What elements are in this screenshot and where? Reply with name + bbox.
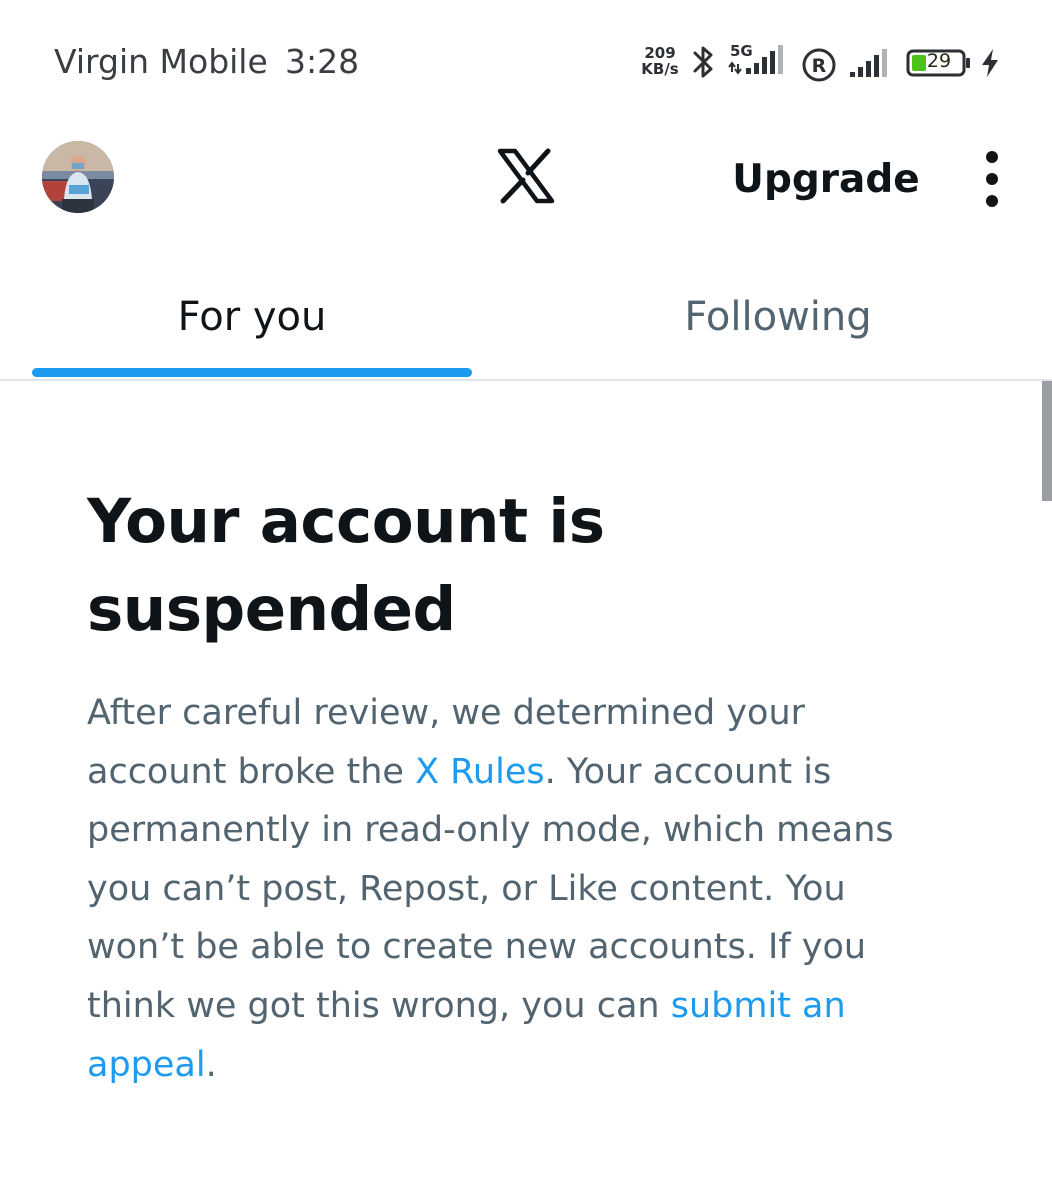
roaming-icon: R (802, 48, 836, 82)
charging-icon (982, 49, 998, 77)
notice-title: Your account is suspended (87, 486, 605, 645)
more-vertical-icon[interactable] (972, 148, 1012, 212)
suspension-notice: Your account is suspended After careful … (87, 478, 967, 1094)
notice-body-text: . Your account is permanently in read-on… (87, 751, 894, 1026)
suspended-home-screen: Virgin Mobile 3:28 209 KB/s 5G R 29 Upgr… (0, 0, 1052, 1200)
feed-tabs: For you Following (0, 244, 1052, 381)
signal-5g-icon (728, 45, 783, 75)
notice-body: After careful review, we determined your… (87, 684, 937, 1094)
carrier-name: Virgin Mobile (54, 42, 268, 81)
profile-avatar[interactable] (42, 141, 114, 213)
network-speed-value: 209 (644, 44, 676, 62)
battery-percent: 29 (926, 50, 952, 72)
tab-following[interactable]: Following (578, 294, 978, 340)
active-tab-indicator (32, 368, 472, 377)
svg-text:R: R (812, 55, 827, 77)
avatar-photo (42, 141, 114, 213)
status-bar: Virgin Mobile 3:28 209 KB/s 5G R 29 (0, 0, 1052, 124)
upgrade-button[interactable]: Upgrade (724, 152, 928, 208)
x-logo-icon[interactable] (497, 147, 555, 205)
x-rules-link[interactable]: X Rules (415, 752, 545, 792)
tab-for-you[interactable]: For you (52, 294, 452, 340)
status-time: 3:28 (285, 42, 360, 81)
bluetooth-icon (693, 46, 713, 78)
top-app-bar: Upgrade (0, 124, 1052, 244)
network-speed: 209 KB/s (638, 45, 682, 77)
notice-body-text: . (205, 1044, 217, 1085)
signal-icon (850, 49, 887, 77)
network-speed-unit: KB/s (641, 60, 679, 78)
scrollbar[interactable] (1042, 381, 1052, 501)
